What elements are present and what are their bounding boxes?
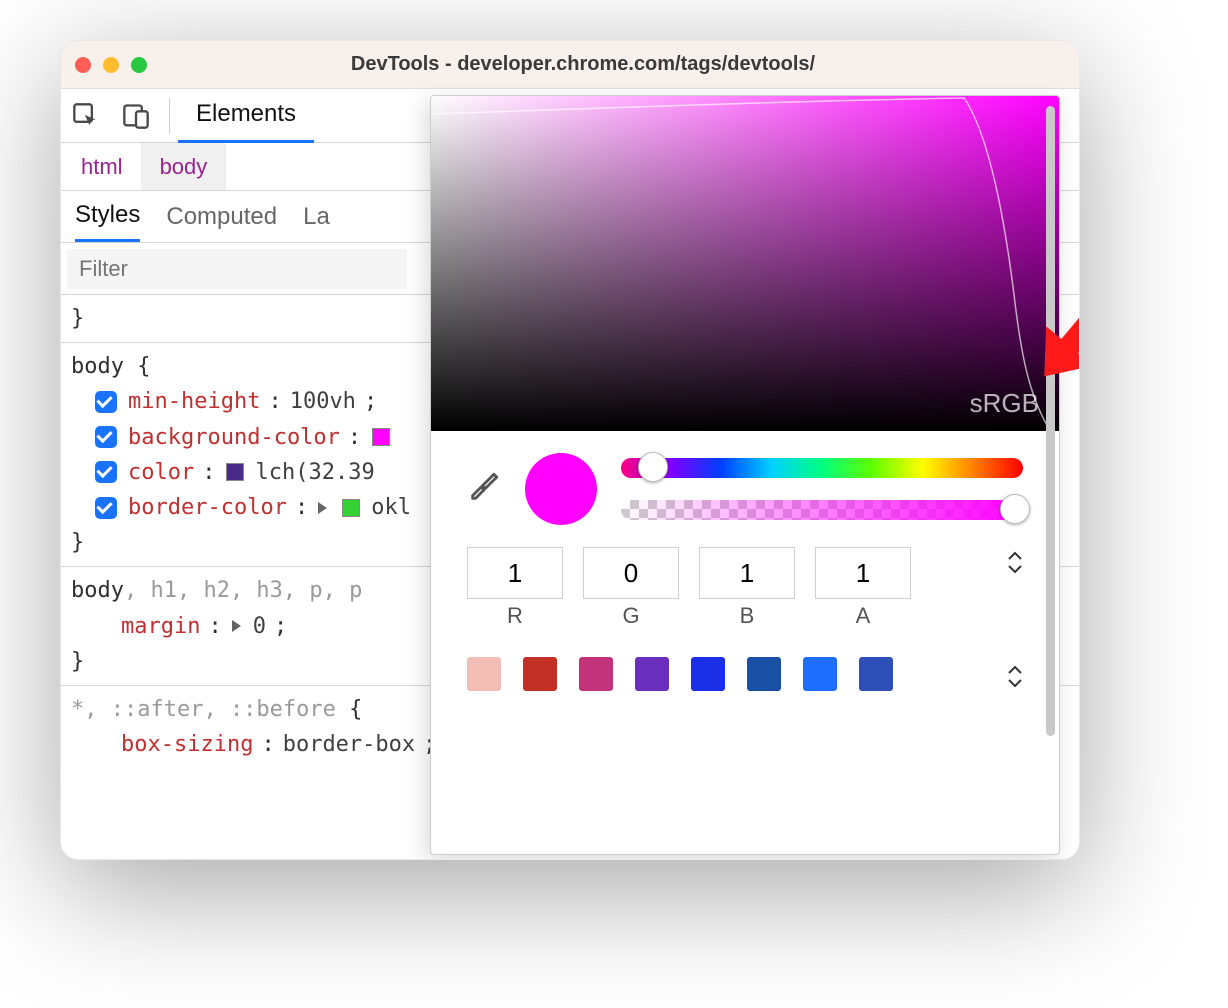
minimize-window-button[interactable] xyxy=(103,57,119,73)
close-window-button[interactable] xyxy=(75,57,91,73)
swatch-background-color[interactable] xyxy=(372,428,390,446)
alpha-thumb[interactable] xyxy=(1000,494,1030,524)
chevron-down-icon xyxy=(1007,564,1023,574)
breadcrumb-body[interactable]: body xyxy=(142,143,227,190)
prop-min-height[interactable]: min-height xyxy=(128,384,260,419)
chevron-up-icon xyxy=(1007,551,1023,561)
subtab-styles[interactable]: Styles xyxy=(75,191,140,242)
input-g[interactable] xyxy=(583,547,679,599)
toggle-border-color[interactable] xyxy=(95,497,117,519)
expand-icon[interactable] xyxy=(318,502,327,514)
label-a: A xyxy=(856,603,871,629)
devtools-window: DevTools - developer.chrome.com/tags/dev… xyxy=(60,40,1080,860)
chevron-down-icon xyxy=(1007,678,1023,688)
palette-swatch[interactable] xyxy=(467,657,501,691)
color-value-inputs: R G B A xyxy=(431,533,1059,629)
chevron-up-icon xyxy=(1007,665,1023,675)
selector-universal: *, ::after, ::before xyxy=(71,697,336,722)
color-picker-popover: sRGB R G xyxy=(430,95,1060,855)
palette-stepper[interactable] xyxy=(1007,661,1023,688)
input-r[interactable] xyxy=(467,547,563,599)
window-controls xyxy=(75,57,147,73)
palette-swatch[interactable] xyxy=(747,657,781,691)
selector-rest: , h1, h2, h3, p, p xyxy=(124,578,362,603)
toggle-color[interactable] xyxy=(95,461,117,483)
label-g: G xyxy=(622,603,639,629)
val-box-sizing[interactable]: border-box xyxy=(283,727,415,762)
hue-thumb[interactable] xyxy=(638,452,668,482)
toolbar-divider xyxy=(169,98,170,134)
gamut-boundary xyxy=(431,96,1059,430)
eyedropper-icon[interactable] xyxy=(467,470,501,509)
breadcrumb-html[interactable]: html xyxy=(63,143,142,190)
input-b[interactable] xyxy=(699,547,795,599)
input-a[interactable] xyxy=(815,547,911,599)
format-stepper[interactable] xyxy=(1007,547,1023,574)
subtab-layout[interactable]: La xyxy=(303,191,330,242)
val-margin[interactable]: 0 xyxy=(253,609,266,644)
prop-color[interactable]: color xyxy=(128,455,194,490)
palette-swatch[interactable] xyxy=(579,657,613,691)
brace: } xyxy=(71,306,84,331)
prop-background-color[interactable]: background-color xyxy=(128,420,340,455)
hue-slider[interactable] xyxy=(621,458,1023,478)
val-border-color[interactable]: okl xyxy=(371,490,411,525)
window-titlebar: DevTools - developer.chrome.com/tags/dev… xyxy=(61,41,1079,89)
prop-margin[interactable]: margin xyxy=(121,609,200,644)
styles-filter-input[interactable] xyxy=(67,249,407,289)
toggle-background-color[interactable] xyxy=(95,426,117,448)
palette-swatches xyxy=(431,629,1059,691)
device-toggle-icon[interactable] xyxy=(111,89,161,143)
prop-box-sizing[interactable]: box-sizing xyxy=(121,727,253,762)
palette-swatch[interactable] xyxy=(803,657,837,691)
brace-open: { xyxy=(137,354,150,379)
label-r: R xyxy=(507,603,523,629)
swatch-border-color[interactable] xyxy=(342,499,360,517)
palette-swatch[interactable] xyxy=(691,657,725,691)
alpha-slider[interactable] xyxy=(621,500,1023,520)
tab-elements[interactable]: Elements xyxy=(178,89,314,143)
window-title: DevTools - developer.chrome.com/tags/dev… xyxy=(171,53,1065,76)
prop-border-color[interactable]: border-color xyxy=(128,490,287,525)
palette-swatch[interactable] xyxy=(635,657,669,691)
palette-swatch[interactable] xyxy=(859,657,893,691)
swatch-color[interactable] xyxy=(226,463,244,481)
val-color[interactable]: lch(32.39 xyxy=(255,455,374,490)
expand-icon[interactable] xyxy=(232,620,241,632)
toggle-min-height[interactable] xyxy=(95,391,117,413)
maximize-window-button[interactable] xyxy=(131,57,147,73)
picker-scrollbar[interactable] xyxy=(1046,106,1055,736)
val-min-height[interactable]: 100vh xyxy=(290,384,356,419)
annotation-arrow-icon xyxy=(1019,286,1080,401)
inspect-element-icon[interactable] xyxy=(61,89,111,143)
selector-body: body xyxy=(71,578,124,603)
selector-body: body xyxy=(71,354,124,379)
subtab-computed[interactable]: Computed xyxy=(166,191,277,242)
color-spectrum[interactable]: sRGB xyxy=(431,96,1059,431)
palette-swatch[interactable] xyxy=(523,657,557,691)
current-color-swatch[interactable] xyxy=(525,453,597,525)
label-b: B xyxy=(740,603,755,629)
